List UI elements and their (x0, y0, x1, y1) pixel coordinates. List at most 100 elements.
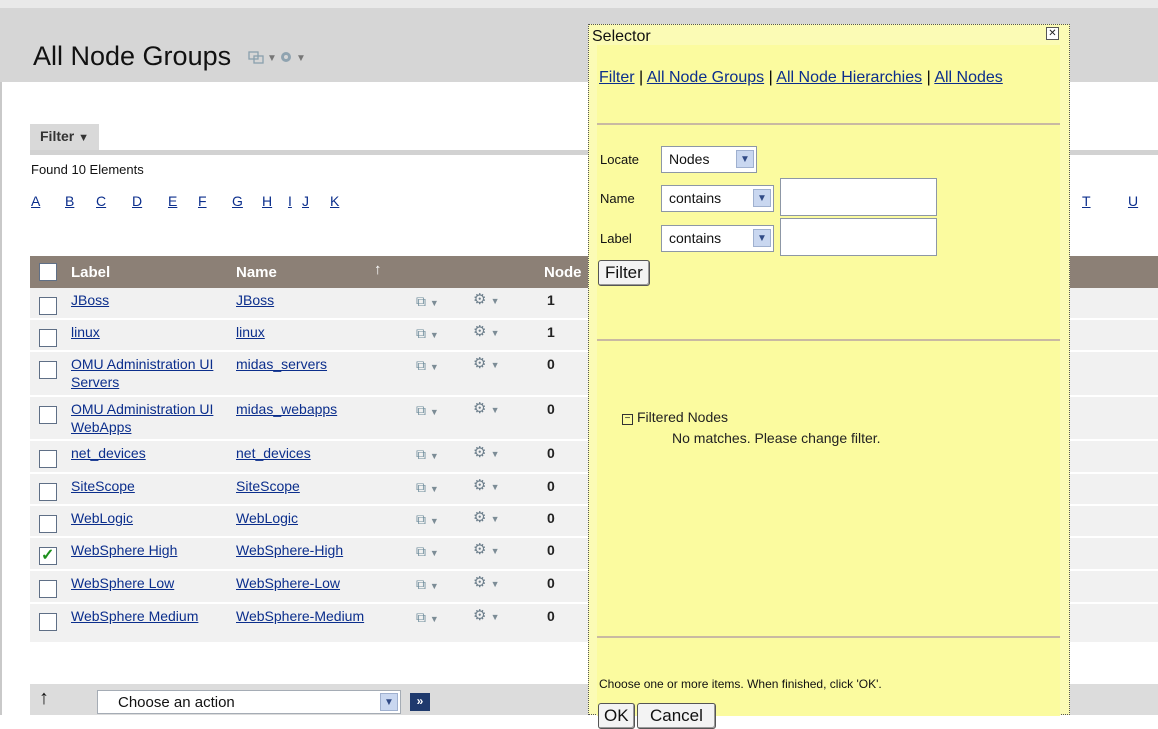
ok-button[interactable]: OK (598, 703, 635, 729)
row-node-count: 0 (547, 608, 555, 624)
locate-select[interactable]: Nodes ▼ (661, 146, 757, 173)
name-filter-input[interactable] (780, 178, 937, 216)
row-checkbox[interactable] (39, 329, 57, 347)
row-name-link[interactable]: WebLogic (236, 509, 406, 527)
row-name-link[interactable]: midas_servers (236, 355, 406, 373)
row-name-link[interactable]: midas_webapps (236, 400, 406, 418)
chevron-down-icon[interactable]: ▼ (736, 150, 754, 168)
row-checkbox[interactable] (39, 361, 57, 379)
action-select[interactable]: Choose an action ▼ (97, 690, 401, 714)
row-node-count: 1 (547, 324, 555, 340)
selector-link-all-node-hierarchies[interactable]: All Node Hierarchies (776, 69, 922, 86)
alpha-link-g[interactable]: G (232, 193, 243, 209)
group-view-icon[interactable]: ⧉ ▼ (416, 401, 439, 421)
alpha-link-c[interactable]: C (96, 193, 106, 209)
gear-icon[interactable]: ⚙ ▼ (473, 607, 500, 626)
sort-ascending-icon[interactable]: ↑ (374, 261, 382, 278)
go-button[interactable]: » (410, 693, 430, 711)
filter-tab[interactable]: Filter ▼ (30, 124, 100, 150)
group-view-icon[interactable]: ⧉ ▼ (416, 445, 439, 465)
alpha-link-i[interactable]: I (288, 193, 292, 209)
alpha-link-b[interactable]: B (65, 193, 74, 209)
row-label-link[interactable]: SiteScope (71, 477, 233, 495)
group-view-icon[interactable]: ⧉ ▼ (416, 324, 439, 344)
collapse-icon[interactable]: − (622, 414, 633, 425)
gear-icon[interactable]: ⚙ ▼ (473, 477, 500, 496)
row-name-link[interactable]: WebSphere-Medium (236, 607, 406, 625)
alpha-link-k[interactable]: K (330, 193, 339, 209)
alpha-link-f[interactable]: F (198, 193, 207, 209)
alpha-link-d[interactable]: D (132, 193, 142, 209)
gear-icon[interactable]: ⚙ ▼ (473, 355, 500, 374)
row-label-link[interactable]: OMU Administration UI Servers (71, 355, 233, 391)
row-checkbox[interactable] (39, 483, 57, 501)
name-label: Name (600, 191, 635, 206)
group-view-icon[interactable]: ⧉ ▼ (416, 478, 439, 498)
row-name-link[interactable]: WebSphere-Low (236, 574, 406, 592)
filtered-nodes-tree[interactable]: − Filtered Nodes (622, 409, 728, 425)
row-label-link[interactable]: WebSphere High (71, 541, 233, 559)
chevron-down-icon[interactable]: ▼ (380, 693, 398, 711)
group-view-icon[interactable]: ⧉ ▼ (416, 575, 439, 595)
close-icon[interactable]: ✕ (1046, 27, 1059, 40)
row-label-link[interactable]: linux (71, 323, 233, 341)
alpha-link-j[interactable]: J (302, 193, 309, 209)
row-checkbox[interactable] (39, 515, 57, 533)
row-checkbox[interactable] (39, 450, 57, 468)
chevron-down-icon[interactable]: ▼ (753, 189, 771, 207)
select-all-checkbox[interactable] (39, 263, 57, 281)
row-checkbox[interactable]: ✓ (39, 547, 57, 565)
selector-link-filter[interactable]: Filter (599, 69, 635, 86)
filter-button[interactable]: Filter (598, 260, 650, 286)
alpha-link-h[interactable]: H (262, 193, 272, 209)
gear-icon[interactable]: ⚙ ▼ (473, 574, 500, 593)
cancel-button[interactable]: Cancel (637, 703, 716, 729)
selector-link-all-node-groups[interactable]: All Node Groups (647, 69, 764, 86)
name-operator-select[interactable]: contains ▼ (661, 185, 774, 212)
row-name-link[interactable]: WebSphere-High (236, 541, 406, 559)
row-name-link[interactable]: net_devices (236, 444, 406, 462)
row-label-link[interactable]: WebLogic (71, 509, 233, 527)
gear-icon[interactable]: ⚙ ▼ (473, 323, 500, 342)
alpha-link-t[interactable]: T (1082, 193, 1091, 209)
row-checkbox[interactable] (39, 580, 57, 598)
group-view-icon[interactable]: ⧉ ▼ (416, 542, 439, 562)
chevron-down-icon[interactable]: ▼ (267, 53, 277, 64)
row-label-link[interactable]: JBoss (71, 291, 233, 309)
label-operator-select[interactable]: contains ▼ (661, 225, 774, 252)
group-view-icon[interactable]: ⧉ ▼ (416, 356, 439, 376)
row-label-link[interactable]: OMU Administration UI WebApps (71, 400, 233, 436)
gear-icon[interactable]: ⚙ ▼ (473, 509, 500, 528)
gear-icon[interactable]: ⚙ ▼ (473, 291, 500, 310)
gear-icon[interactable]: ⚙ ▼ (473, 400, 500, 419)
row-name-link[interactable]: linux (236, 323, 406, 341)
row-name-link[interactable]: SiteScope (236, 477, 406, 495)
chevron-down-icon[interactable]: ▼ (296, 53, 306, 64)
column-nodes[interactable]: Node (544, 264, 582, 281)
alpha-link-a[interactable]: A (31, 193, 40, 209)
gear-icon[interactable]: ⚙ ▼ (473, 541, 500, 560)
row-checkbox[interactable] (39, 297, 57, 315)
group-view-icon[interactable]: ⧉ ▼ (416, 608, 439, 628)
scroll-top-icon[interactable]: ↑ (39, 687, 49, 710)
row-checkbox[interactable] (39, 406, 57, 424)
chevron-down-icon[interactable]: ▼ (753, 229, 771, 247)
alpha-link-u[interactable]: U (1128, 193, 1138, 209)
row-label-link[interactable]: WebSphere Low (71, 574, 233, 592)
column-label[interactable]: Label (71, 264, 110, 281)
row-label-link[interactable]: net_devices (71, 444, 233, 462)
row-checkbox[interactable] (39, 613, 57, 631)
divider (597, 636, 1060, 638)
label-filter-input[interactable] (780, 218, 937, 256)
column-name[interactable]: Name (236, 264, 277, 281)
selector-link-all-nodes[interactable]: All Nodes (934, 69, 1002, 86)
gear-icon[interactable]: ⚙ ▼ (473, 444, 500, 463)
row-label-link[interactable]: WebSphere Medium (71, 607, 233, 625)
row-name-link[interactable]: JBoss (236, 291, 406, 309)
gear-icon[interactable] (279, 50, 293, 67)
group-view-icon[interactable]: ⧉ ▼ (416, 510, 439, 530)
group-view-icon[interactable] (248, 50, 264, 67)
row-node-count: 0 (547, 401, 555, 417)
group-view-icon[interactable]: ⧉ ▼ (416, 292, 439, 312)
alpha-link-e[interactable]: E (168, 193, 177, 209)
